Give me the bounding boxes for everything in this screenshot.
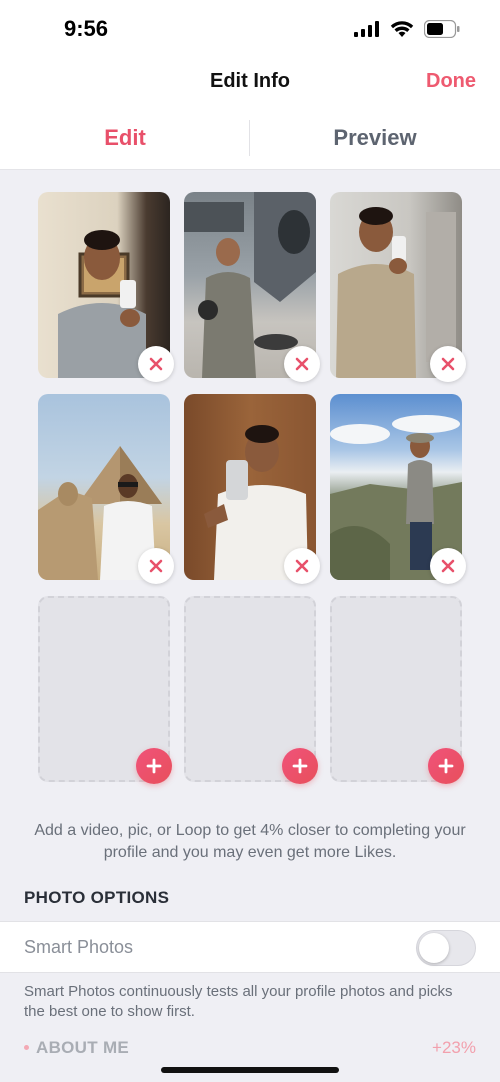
remove-photo-1-button[interactable]: [138, 346, 174, 382]
close-icon: [441, 559, 455, 573]
about-me-dot: [24, 1045, 29, 1050]
tab-preview[interactable]: Preview: [250, 106, 500, 169]
tab-edit[interactable]: Edit: [0, 106, 250, 169]
remove-photo-4-button[interactable]: [138, 548, 174, 584]
add-photo-7-button[interactable]: [136, 748, 172, 784]
smart-photos-toggle[interactable]: [416, 930, 476, 966]
nav-bar: Edit Info Done: [0, 60, 500, 106]
photo-5[interactable]: [184, 394, 320, 584]
profile-completion-hint: Add a video, pic, or Loop to get 4% clos…: [34, 822, 466, 861]
smart-photos-row: Smart Photos: [0, 921, 500, 973]
plus-icon: [438, 758, 454, 774]
done-button[interactable]: Done: [426, 70, 476, 93]
photo-2[interactable]: [184, 192, 320, 382]
smart-photos-label: Smart Photos: [24, 937, 134, 957]
edit-preview-tabs: Edit Preview: [0, 106, 500, 170]
photo-slot-7[interactable]: [38, 596, 172, 784]
status-icons: [354, 20, 460, 38]
photo-options-heading: PHOTO OPTIONS: [24, 888, 170, 907]
plus-icon: [292, 758, 308, 774]
photo-slot-9[interactable]: [330, 596, 464, 784]
wifi-icon: [390, 21, 414, 37]
toggle-knob: [419, 933, 449, 963]
add-photo-9-button[interactable]: [428, 748, 464, 784]
close-icon: [441, 357, 455, 371]
remove-photo-6-button[interactable]: [430, 548, 466, 584]
add-photo-8-button[interactable]: [282, 748, 318, 784]
photo-6[interactable]: [330, 394, 466, 584]
status-time: 9:56: [64, 16, 109, 41]
cellular-signal-icon: [354, 21, 379, 37]
photo-slot-8[interactable]: [184, 596, 318, 784]
page-title: Edit Info: [210, 70, 290, 92]
tab-divider: [249, 120, 250, 156]
smart-photos-description: Smart Photos continuously tests all your…: [24, 983, 453, 1020]
remove-photo-5-button[interactable]: [284, 548, 320, 584]
photo-3[interactable]: [330, 192, 466, 382]
home-indicator: [161, 1067, 339, 1073]
remove-photo-3-button[interactable]: [430, 346, 466, 382]
close-icon: [295, 357, 309, 371]
close-icon: [149, 559, 163, 573]
close-icon: [295, 559, 309, 573]
remove-photo-2-button[interactable]: [284, 346, 320, 382]
photo-4[interactable]: [38, 394, 174, 584]
about-me-label: ABOUT ME: [36, 1038, 130, 1057]
about-me-boost: +23%: [432, 1038, 476, 1057]
about-me-section[interactable]: ABOUT ME +23%: [0, 1030, 500, 1070]
close-icon: [149, 357, 163, 371]
status-bar: 9:56: [0, 0, 500, 60]
battery-icon: [424, 20, 460, 38]
photo-1[interactable]: [38, 192, 174, 382]
plus-icon: [146, 758, 162, 774]
